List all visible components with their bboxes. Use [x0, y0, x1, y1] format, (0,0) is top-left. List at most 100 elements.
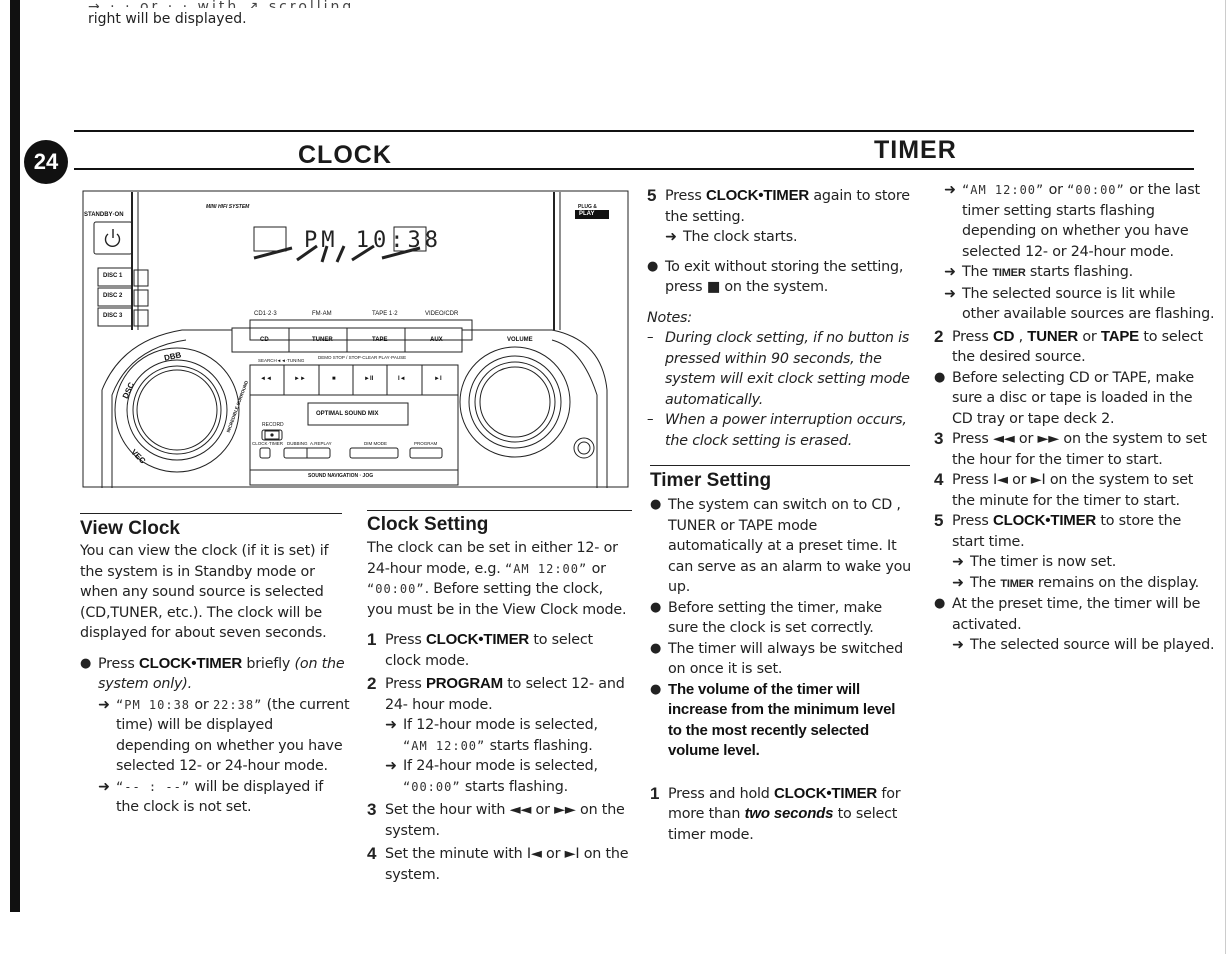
volume-label: VOLUME — [507, 337, 533, 343]
clock-setting-section: The clock can be set in either 12- or 24… — [367, 538, 632, 885]
timer-setting-continued: ➜ “AM 12:00” or “00:00” or the last timer… — [934, 180, 1216, 656]
source-label-cd: CD1·2·3 — [254, 311, 277, 317]
result-line: ➜ “-- : --” will be displayed if the clo… — [98, 777, 350, 818]
header-bottom-rule — [74, 168, 1194, 170]
view-clock-intro: You can view the clock (if it is set) if… — [80, 543, 329, 641]
replay-label: A.REPLAY — [310, 441, 332, 446]
optimal-sound-mix-button[interactable]: OPTIMAL SOUND MIX — [316, 411, 379, 417]
timer-bullet: ● The timer will always be switched on on… — [650, 640, 903, 678]
exit-bullet: ● To exit without storing the setting, p… — [647, 257, 912, 298]
next-button[interactable]: ►I — [434, 376, 442, 382]
lcd-text: “00:00” — [1067, 183, 1125, 197]
timer-bullet: ● Before setting the timer, make sure the… — [650, 599, 882, 637]
record-button[interactable] — [262, 430, 282, 440]
view-clock-section: You can view the clock (if it is set) if… — [80, 541, 350, 818]
aux-button[interactable]: AUX — [430, 337, 443, 343]
timer-bullet-bold: ● The volume of the timer will increase f… — [650, 680, 896, 760]
arrow-icon: ➜ — [98, 778, 110, 795]
arrow-icon: ➜ — [952, 637, 964, 653]
clock-setting-intro: The clock can be set in either 12- or 24… — [367, 540, 627, 618]
arrow-icon: ➜ — [944, 182, 956, 198]
stop-icon: ■ — [706, 279, 721, 295]
timer-step-1: 1 Press and hold CLOCK•TIMER for more th… — [650, 783, 901, 843]
rewind-button[interactable]: ◄◄ — [260, 376, 272, 382]
dim-mode-label: DIM MODE — [364, 441, 387, 446]
timer-step-5: 5 Press CLOCK•TIMER to store the start t… — [934, 511, 1216, 594]
stop-play-label: DEMO STOP / STOP·CLEAR PLAY·PAUSE — [318, 355, 407, 360]
arrow-icon: ➜ — [952, 554, 964, 570]
arrow-icon: ➜ — [385, 758, 397, 774]
volume-knob[interactable] — [460, 347, 570, 457]
search-tuning-label: SEARCH◄◄·TUNING — [258, 358, 305, 363]
headphone-jack — [574, 438, 594, 458]
device-illustration: MINI HIFI SYSTEM STANDBY·ON PLUG & PLAY … — [82, 190, 630, 490]
prev-button[interactable]: I◄ — [398, 376, 406, 382]
clock-step-5: 5 Press CLOCK•TIMER again to store the s… — [647, 186, 912, 248]
note-item: – During clock setting, if no button is p… — [647, 330, 910, 408]
jog-knob[interactable] — [115, 348, 239, 472]
clock-timer-button[interactable] — [260, 448, 270, 458]
lcd-text: “00:00” — [403, 779, 461, 794]
source-label-video: VIDEO/CDR — [425, 311, 459, 317]
disc-3-button[interactable]: DISC 3 — [103, 313, 122, 319]
play-pause-button[interactable]: ►II — [364, 376, 373, 382]
page-edge — [1225, 0, 1226, 954]
lcd-text: “AM 12:00” — [504, 561, 588, 576]
top-cut-line: → · · or · · with ↗ scrolling — [88, 0, 355, 8]
program-button[interactable] — [410, 448, 442, 458]
arrow-icon: ➜ — [98, 696, 110, 713]
standby-label: STANDBY·ON — [84, 212, 124, 218]
notes-label: Notes: — [647, 309, 692, 326]
record-label: RECORD — [262, 422, 284, 428]
clock-step-1: 1 Press CLOCK•TIMER to select clock mode… — [367, 630, 593, 669]
notes-block: Notes: – During clock setting, if no butt… — [647, 308, 912, 452]
clock-setting-rule — [367, 510, 632, 511]
tape-button[interactable]: TAPE — [372, 337, 388, 343]
lcd-text: “00:00” — [367, 582, 425, 596]
disc-2-button[interactable]: DISC 2 — [103, 293, 122, 299]
timer-bullet: ● The system can switch on to CD , TUNER … — [650, 497, 911, 595]
standby-button[interactable] — [94, 222, 132, 254]
view-clock-bullet: ● Press CLOCK•TIMER briefly (on the syst… — [80, 654, 350, 818]
lcd-display-time: PM 10:38 — [304, 228, 442, 253]
cd-button[interactable]: CD — [260, 337, 269, 343]
lcd-text: 22:38” — [212, 697, 263, 712]
arrow-icon: ➜ — [944, 285, 956, 302]
arrow-icon: ➜ — [952, 574, 964, 591]
clock-step-4: 4 Set the minute with I◄ or ►I on the sy… — [367, 844, 629, 883]
arrow-icon: ➜ — [665, 229, 677, 245]
tuner-button[interactable]: TUNER — [312, 337, 333, 343]
lcd-text: “-- : --” — [116, 779, 191, 794]
disc-1-button[interactable]: DISC 1 — [103, 273, 122, 279]
jog-label: SOUND NAVIGATION · JOG — [308, 473, 374, 479]
header-top-rule — [74, 130, 1194, 132]
top-continuation-text: → · · or · · with ↗ scrolling right will… — [88, 0, 508, 30]
forward-button[interactable]: ►► — [294, 376, 306, 382]
timer-step-2-bullet: ● Before selecting CD or TAPE, make sure … — [934, 369, 1194, 427]
view-clock-heading: View Clock — [80, 518, 180, 539]
dubbing-label: DUBBING — [287, 441, 308, 446]
page-binding-bar — [10, 0, 20, 912]
timer-step-3: 3 Press ◄◄ or ►► on the system to set the… — [934, 429, 1207, 468]
timer-step-2: 2 Press CD , TUNER or TAPE to select the… — [934, 326, 1203, 366]
clock-step-2: 2 Press PROGRAM to select 12- and 24- ho… — [367, 674, 632, 797]
timer-setting-heading: Timer Setting — [650, 470, 772, 491]
timer-setting-rule — [650, 465, 910, 466]
clock-timer-key: CLOCK•TIMER — [138, 654, 243, 672]
brand-line: MINI HIFI SYSTEM — [206, 204, 250, 210]
source-label-tape: TAPE 1·2 — [372, 311, 398, 317]
lcd-text: “AM 12:00” — [962, 183, 1045, 197]
title-clock: CLOCK — [298, 141, 392, 169]
bullet-icon: ● — [80, 655, 92, 671]
program-label: PROGRAM — [414, 441, 438, 446]
stop-button[interactable]: ■ — [332, 376, 336, 382]
clock-setting-heading: Clock Setting — [367, 514, 489, 535]
note-item: – When a power interruption occurs, the c… — [647, 412, 907, 449]
timer-step-4: 4 Press I◄ or ►I on the system to set the… — [934, 470, 1194, 509]
page-number-badge: 24 — [24, 140, 68, 184]
top-line: right will be displayed. — [88, 11, 247, 27]
bullet-icon: ● — [647, 258, 659, 274]
lcd-text: “AM 12:00” — [403, 738, 486, 753]
arrow-icon: ➜ — [944, 264, 956, 280]
plug-play-label: PLAY — [579, 211, 595, 217]
